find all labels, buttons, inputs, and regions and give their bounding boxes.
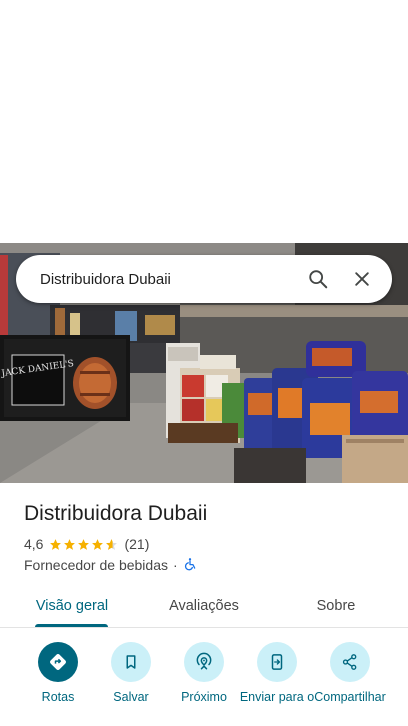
tab-active-indicator [35,624,108,627]
rating-row[interactable]: 4,6 (21) [24,535,149,553]
star-half-icon [106,538,118,550]
star-icon [92,538,104,550]
save-label: Salvar [113,690,149,704]
category-row: Fornecedor de bebidas · [24,556,197,574]
search-bar[interactable]: Distribuidora Dubaii [16,255,392,303]
place-name: Distribuidora Dubaii [24,502,208,525]
star-icon [50,538,62,550]
star-icon [78,538,90,550]
search-input[interactable]: Distribuidora Dubaii [40,271,296,288]
share-label: Compartilhar [314,690,386,704]
nearby-label: Próximo [181,690,227,704]
star-icon [64,538,76,550]
review-count[interactable]: (21) [124,536,149,552]
tab-reviews[interactable]: Avaliações [154,585,254,627]
map-area-blank [0,0,408,243]
star-rating [49,538,119,551]
send-to-phone-label: Enviar para o [239,690,315,704]
save-button[interactable]: Salvar [91,642,171,704]
tab-about[interactable]: Sobre [286,585,386,627]
close-icon[interactable] [340,257,384,301]
bookmark-icon [126,655,136,669]
search-icon[interactable] [296,257,340,301]
place-tabs: Visão geral Avaliações Sobre [0,585,408,628]
separator-dot: · [173,557,178,573]
share-button[interactable]: Compartilhar [310,642,390,704]
directions-button[interactable]: Rotas [18,642,98,704]
share-icon [342,654,357,670]
rating-value: 4,6 [24,536,44,552]
action-bar: Rotas Salvar Próximo Enviar para o Compa… [0,628,408,726]
send-to-phone-icon [271,654,283,670]
directions-label: Rotas [41,690,75,704]
place-category: Fornecedor de bebidas [24,557,168,573]
directions-icon [50,654,66,670]
tab-overview[interactable]: Visão geral [22,585,122,627]
nearby-button[interactable]: Próximo [164,642,244,704]
wheelchair-icon [183,557,197,574]
send-to-phone-button[interactable]: Enviar para o [237,642,317,704]
nearby-icon [196,652,212,670]
